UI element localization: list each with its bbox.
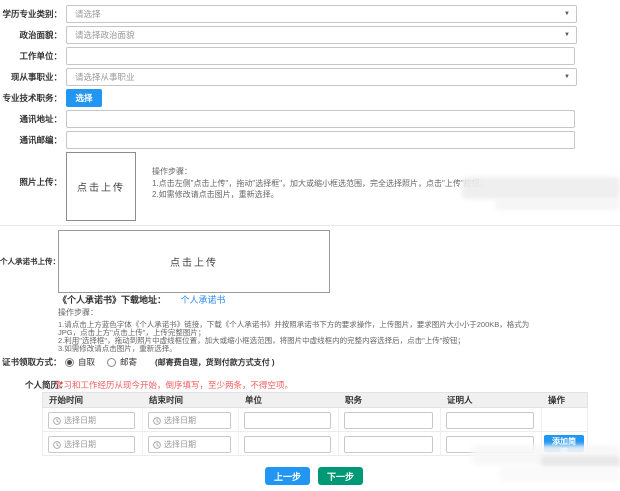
resume-row-1: 选择日期 选择日期 xyxy=(42,408,588,432)
resume-warning-note: 学习和工作经历从现今开始，倒序填写，至少两条，不得空项。 xyxy=(55,379,293,391)
unit-input-1[interactable] xyxy=(244,412,331,429)
commitment-steps-title: 操作步骤： xyxy=(58,307,98,318)
mailing-address-label: 通讯地址： xyxy=(0,110,62,128)
previous-step-button[interactable]: 上一步 xyxy=(265,467,310,485)
choose-title-button[interactable]: 选择 xyxy=(66,89,102,107)
commitment-step-3: 3.如需修改请点击图片，重新选择。 xyxy=(58,343,177,354)
date-placeholder: 选择日期 xyxy=(164,415,196,426)
cert-method-row: 证书领取方式： 自取 邮寄 (邮寄费自理，货到付款方式支付 ) xyxy=(0,356,620,368)
header-end-time: 结束时间 xyxy=(143,393,239,407)
clock-icon xyxy=(153,441,161,449)
watermark-blur xyxy=(541,456,620,468)
cert-method-label: 证书领取方式： xyxy=(2,356,62,368)
reference-input-2[interactable] xyxy=(446,436,534,453)
form-row-education-category: 学历专业类别： 请选择 ▼ xyxy=(0,5,620,23)
photo-step-1: 1.点击左侧"点击上传"，拖动"选择框"，加大或缩小框选范围，完全选择照片，点击… xyxy=(152,178,488,189)
commitment-upload-label: 个人承诺书上传： xyxy=(0,256,55,267)
form-row-occupation: 现从事职业： 请选择从事职业 ▼ xyxy=(0,68,620,86)
photo-steps-title: 操作步骤： xyxy=(152,166,192,177)
select-placeholder: 请选择政治面貌 xyxy=(75,27,135,43)
radio-self-pickup-label[interactable]: 自取 xyxy=(78,356,95,368)
header-position: 职务 xyxy=(339,393,441,407)
photo-step-2: 2.如需修改请点击图片，重新选择。 xyxy=(152,189,279,200)
registration-form-page: 学历专业类别： 请选择 ▼ 政治面貌： 请选择政治面貌 ▼ 工作单位： 现从事职… xyxy=(0,0,620,491)
end-date-picker-2[interactable]: 选择日期 xyxy=(148,436,231,453)
form-row-mailing-address: 通讯地址： xyxy=(0,110,620,128)
form-row-postal-code: 通讯邮编： xyxy=(0,131,620,149)
clock-icon xyxy=(53,417,61,425)
political-status-select[interactable]: 请选择政治面貌 ▼ xyxy=(66,26,577,44)
radio-mail-label[interactable]: 邮寄 xyxy=(120,356,137,368)
add-resume-button[interactable]: 添加简历 xyxy=(544,435,584,452)
cert-method-note: (邮寄费自理，货到付款方式支付 ) xyxy=(155,357,275,368)
form-row-political-status: 政治面貌： 请选择政治面貌 ▼ xyxy=(0,26,620,44)
watermark-blur xyxy=(500,466,620,482)
clock-icon xyxy=(53,441,61,449)
position-input-2[interactable] xyxy=(344,436,433,453)
photo-upload-box-text: 点击上传 xyxy=(77,179,125,194)
select-placeholder: 请选择从事职业 xyxy=(75,69,135,85)
chevron-down-icon: ▼ xyxy=(564,69,570,85)
unit-input-2[interactable] xyxy=(244,436,331,453)
start-date-picker-2[interactable]: 选择日期 xyxy=(48,436,135,453)
date-placeholder: 选择日期 xyxy=(64,439,96,450)
commitment-upload-box[interactable]: 点击上传 xyxy=(58,230,330,293)
mailing-address-input[interactable] xyxy=(66,110,575,128)
work-unit-input[interactable] xyxy=(66,47,575,65)
commitment-download-label: 《个人承诺书》下载地址： xyxy=(58,295,166,305)
education-category-label: 学历专业类别： xyxy=(0,5,62,23)
watermark-blur xyxy=(495,199,620,210)
work-unit-label: 工作单位： xyxy=(0,47,62,65)
clock-icon xyxy=(153,417,161,425)
action-cell-1 xyxy=(542,408,587,431)
form-row-technical-title: 专业技术职务： 选择 xyxy=(0,89,620,107)
chevron-down-icon: ▼ xyxy=(564,27,570,43)
start-date-picker-1[interactable]: 选择日期 xyxy=(48,412,135,429)
photo-upload-box[interactable]: 点击上传 xyxy=(66,152,136,221)
date-placeholder: 选择日期 xyxy=(64,415,96,426)
commitment-download-link[interactable]: 个人承诺书 xyxy=(181,295,226,305)
occupation-select[interactable]: 请选择从事职业 ▼ xyxy=(66,68,577,86)
section-divider xyxy=(0,225,620,226)
commitment-upload-box-text: 点击上传 xyxy=(170,254,218,269)
header-start-time: 开始时间 xyxy=(43,393,143,407)
resume-table-header: 开始时间 结束时间 单位 职务 证明人 操作 xyxy=(42,392,588,408)
radio-self-pickup[interactable] xyxy=(65,358,74,367)
header-unit: 单位 xyxy=(239,393,339,407)
postal-code-input[interactable] xyxy=(66,131,575,149)
reference-input-1[interactable] xyxy=(446,412,534,429)
photo-upload-label: 照片上传： xyxy=(0,176,62,188)
date-placeholder: 选择日期 xyxy=(164,439,196,450)
occupation-label: 现从事职业： xyxy=(0,68,62,86)
next-step-button[interactable]: 下一步 xyxy=(318,467,363,485)
resume-row-2: 选择日期 选择日期 添加简历 xyxy=(42,432,588,456)
postal-code-label: 通讯邮编： xyxy=(0,131,62,149)
header-action: 操作 xyxy=(542,393,587,407)
position-input-1[interactable] xyxy=(344,412,433,429)
technical-title-label: 专业技术职务： xyxy=(0,89,62,107)
header-reference: 证明人 xyxy=(441,393,542,407)
education-category-select[interactable]: 请选择 ▼ xyxy=(66,5,577,23)
chevron-down-icon: ▼ xyxy=(564,6,570,22)
commitment-download-line: 《个人承诺书》下载地址： 个人承诺书 xyxy=(58,293,226,306)
resume-table: 开始时间 结束时间 单位 职务 证明人 操作 选择日期 选择日期 xyxy=(42,392,588,456)
end-date-picker-1[interactable]: 选择日期 xyxy=(148,412,231,429)
select-placeholder: 请选择 xyxy=(75,6,101,22)
radio-mail[interactable] xyxy=(107,358,116,367)
form-row-work-unit: 工作单位： xyxy=(0,47,620,65)
political-status-label: 政治面貌： xyxy=(0,26,62,44)
cert-method-radio-group: 自取 邮寄 (邮寄费自理，货到付款方式支付 ) xyxy=(65,356,275,368)
